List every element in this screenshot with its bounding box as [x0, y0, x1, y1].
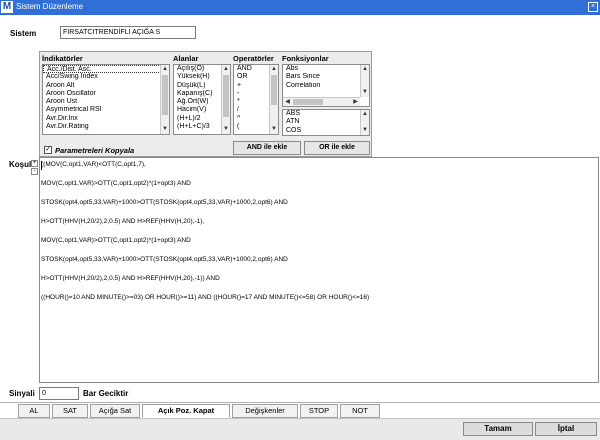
- functions-hscrollbar[interactable]: ◀ ▶: [283, 97, 360, 106]
- copy-params-checkbox[interactable]: ✓: [44, 146, 52, 154]
- scroll-left-icon[interactable]: ◀: [283, 98, 292, 106]
- scroll-up-icon[interactable]: ▲: [361, 65, 369, 74]
- kosul-label: Koşul: [9, 160, 32, 169]
- signal-delay-input[interactable]: 0: [39, 387, 79, 400]
- tab-stop[interactable]: STOP: [300, 404, 338, 418]
- scroll-up-icon[interactable]: ▲: [161, 65, 169, 74]
- functions-scrollbar[interactable]: ▲ ▼: [360, 65, 369, 97]
- function-item[interactable]: Abs: [283, 65, 369, 73]
- functions-list-secondary[interactable]: ABS ATN COS ▲ ▼: [282, 109, 370, 136]
- indicator-item[interactable]: Aroon Alt: [43, 82, 169, 90]
- sistem-label: Sistem: [10, 29, 37, 38]
- scroll-up-icon[interactable]: ▲: [270, 65, 278, 74]
- indicator-item[interactable]: Acc/Swing Index: [43, 73, 169, 81]
- condition-line: ((MOV(C,opt1,VAR)<OTT(C,opt1,7),: [41, 161, 146, 168]
- function-item[interactable]: Correlation: [283, 82, 369, 90]
- tab-bar: AL SAT Açığa Sat Açık Poz. Kapat Değişke…: [0, 402, 600, 418]
- indicator-item[interactable]: Asymmetrical RSI: [43, 106, 169, 114]
- indicator-item[interactable]: Acc./Dist. Asc.: [43, 65, 169, 74]
- close-icon[interactable]: ×: [588, 2, 598, 12]
- condition-line: H>OTT(HHV(H,20/2),2,0.5) AND H>REF(HHV(H…: [41, 275, 220, 282]
- title-bar: M Sistem Düzenleme ×: [0, 0, 600, 15]
- indicator-item[interactable]: Avr.Dir.Inx: [43, 115, 169, 123]
- scroll-down-icon[interactable]: ▼: [270, 125, 278, 134]
- operators-header: Operatörler: [233, 54, 274, 63]
- condition-line: MOV(C,opt1,VAR)>OTT(C,opt1,opt2)*(1+opt3…: [41, 237, 191, 244]
- functions-list[interactable]: Abs Bars Since Correlation ▲ ▼ ◀ ▶: [282, 64, 370, 107]
- function-item[interactable]: ATN: [283, 118, 369, 126]
- app-logo-icon: M: [1, 1, 13, 13]
- condition-line: H>OTT(HHV(H,20/2),2,0.5) AND H>REF(HHV(H…: [41, 218, 205, 225]
- scroll-down-icon[interactable]: ▼: [361, 88, 369, 97]
- footer-bar: Tamam İptal: [0, 418, 600, 440]
- copy-params-label: Parametreleri Kopyala: [55, 146, 135, 155]
- indicator-item[interactable]: Aroon Üst: [43, 98, 169, 106]
- expand-plus-icon[interactable]: +: [31, 160, 38, 167]
- cancel-button[interactable]: İptal: [535, 422, 597, 436]
- or-add-button[interactable]: OR ile ekle: [304, 141, 370, 155]
- condition-editor[interactable]: ((MOV(C,opt1,VAR)<OTT(C,opt1,7), MOV(C,op…: [39, 157, 599, 383]
- fields-scrollbar[interactable]: ▲ ▼: [221, 65, 230, 134]
- indicators-scrollbar[interactable]: ▲ ▼: [160, 65, 169, 134]
- scroll-thumb[interactable]: [293, 99, 323, 105]
- collapse-minus-icon[interactable]: -: [31, 168, 38, 175]
- functions-header: Fonksiyonlar: [282, 54, 329, 63]
- scroll-up-icon[interactable]: ▲: [222, 65, 230, 74]
- tab-aciga-sat[interactable]: Açığa Sat: [90, 404, 140, 418]
- scroll-down-icon[interactable]: ▼: [222, 125, 230, 134]
- window-title: Sistem Düzenleme: [16, 2, 84, 11]
- condition-line: ((HOUR()=10 AND MINUTE()>=03) OR HOUR()>…: [41, 294, 370, 301]
- scroll-down-icon[interactable]: ▼: [361, 126, 369, 135]
- ok-button[interactable]: Tamam: [463, 422, 533, 436]
- function-item[interactable]: COS: [283, 127, 369, 135]
- formula-builder-panel: İndikatörler Acc./Dist. Asc. Acc/Swing In…: [39, 51, 372, 157]
- functions-secondary-scrollbar[interactable]: ▲ ▼: [360, 110, 369, 135]
- condition-line: STOSK(opt4,opt5,33,VAR)+1000>OTT(STOSK(o…: [41, 256, 288, 263]
- operators-scrollbar[interactable]: ▲ ▼: [269, 65, 278, 134]
- fields-list[interactable]: Açılış(O) Yüksek(H) Düşük(L) Kapanış(C) Ağ.O…: [173, 64, 231, 135]
- bar-delay-label: Bar Geciktir: [83, 389, 129, 398]
- condition-line: STOSK(opt4,opt5,33,VAR)+1000>OTT(STOSK(o…: [41, 199, 288, 206]
- operators-list[interactable]: AND OR + - * / ^( ▲ ▼: [233, 64, 279, 135]
- sistem-name-input[interactable]: FIRSATCITRENDİFLİ AÇIĞA S: [60, 26, 196, 39]
- and-add-button[interactable]: AND ile ekle: [233, 141, 301, 155]
- tab-al[interactable]: AL: [18, 404, 50, 418]
- tab-sat[interactable]: SAT: [52, 404, 88, 418]
- scroll-thumb[interactable]: [162, 75, 168, 115]
- indicators-header: İndikatörler: [42, 54, 83, 63]
- function-item[interactable]: Bars Since: [283, 73, 369, 81]
- tab-degiskenler[interactable]: Değişkenler: [232, 404, 298, 418]
- fields-header: Alanlar: [173, 54, 199, 63]
- scroll-up-icon[interactable]: ▲: [361, 110, 369, 119]
- sinyali-label: Sinyali: [9, 389, 35, 398]
- indicator-item[interactable]: Avr.Dir.Rating: [43, 123, 169, 131]
- indicator-item[interactable]: Aroon Oscillator: [43, 90, 169, 98]
- function-item[interactable]: ABS: [283, 110, 369, 118]
- scroll-thumb[interactable]: [271, 75, 277, 105]
- tab-acik-poz-kapat[interactable]: Açık Poz. Kapat: [142, 404, 230, 418]
- condition-line: MOV(C,opt1,VAR)>OTT(C,opt1,opt2)*(1+opt3…: [41, 180, 191, 187]
- tab-not[interactable]: NOT: [340, 404, 380, 418]
- indicators-list[interactable]: Acc./Dist. Asc. Acc/Swing Index Aroon Alt A…: [42, 64, 170, 135]
- scroll-right-icon[interactable]: ▶: [351, 98, 360, 106]
- scroll-down-icon[interactable]: ▼: [161, 125, 169, 134]
- scroll-thumb[interactable]: [223, 75, 229, 117]
